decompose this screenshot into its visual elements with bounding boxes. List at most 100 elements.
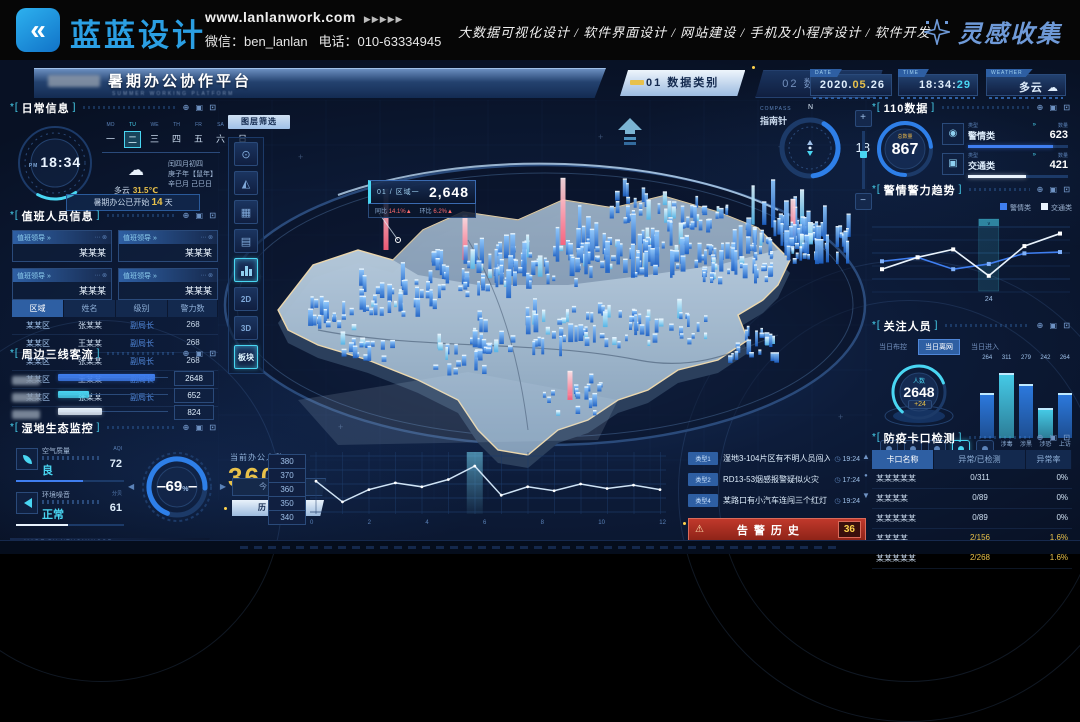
alert-row[interactable]: 类型1湿地3-104片区有不明人员闯入19:24 — [688, 448, 860, 469]
scroll-up-icon[interactable]: ▲ — [862, 452, 870, 461]
checkpoint-row[interactable]: 某某某某0/890% — [872, 489, 1072, 509]
scroll-dot-icon[interactable]: ● — [864, 473, 868, 479]
weather-value: 多云 ☁ — [1019, 79, 1059, 95]
phone-label: 电话：010-63334945 — [318, 34, 441, 49]
gauge-label: 总数量 — [876, 133, 934, 140]
layer-button-building-icon[interactable]: ▦ — [234, 200, 258, 224]
tooltip-yoy: 同比 14.1%▲ — [375, 206, 412, 215]
layer-button-signal-icon[interactable]: ◭ — [234, 171, 258, 195]
panel-controls[interactable]: ⊕ ▣ ⊡ — [1037, 321, 1072, 330]
focus-count: 2648 — [882, 384, 956, 400]
bus-icon: ▣ — [942, 153, 964, 175]
panel-controls[interactable]: ⊕ ▣ ⊡ — [183, 211, 218, 220]
focus-gauge: 人数 2648 +24 — [882, 358, 956, 432]
checkpoint-row[interactable]: 某某某某某0/890% — [872, 509, 1072, 529]
website-link[interactable]: www.lanlanwork.com▶▶▶▶▶ — [205, 9, 441, 25]
zoom-in-button[interactable]: + — [855, 110, 872, 127]
alert-row[interactable]: 类型2RD13-53烟感报警疑似火灾17:24 — [688, 469, 860, 490]
date-box: DATE 2020.05.26 — [810, 74, 892, 96]
p110-row: ◉ 类型警情类 » 数量623 — [942, 122, 1070, 148]
p110-value: 421 — [1050, 159, 1068, 171]
panel-controls[interactable]: ⊕ ▣ ⊡ — [1037, 433, 1072, 442]
air-quality-item: 空气质量 良 AQI72 — [16, 446, 126, 486]
clock-widget: PM18:34 — [16, 124, 94, 202]
p110-type: 交通类 — [968, 159, 995, 172]
alert-history-banner[interactable]: ⚠ 告警历史 36 — [688, 518, 866, 541]
time-value: 18:34:29 — [919, 79, 971, 91]
office-x-tick: 0 — [310, 520, 313, 526]
date-value: 2020.05.26 — [820, 79, 885, 91]
arrow-left-icon[interactable]: ◀ — [128, 482, 134, 491]
week-day-we[interactable]: WE三 — [146, 122, 163, 148]
duty-leader-card[interactable]: 值班领导 »⋯ ⊗某某某 — [12, 268, 112, 300]
duty-leader-card[interactable]: 值班领导 »⋯ ⊗某某某 — [12, 230, 112, 262]
week-day-th[interactable]: TH四 — [168, 122, 185, 148]
focus-bar: 264 上访 — [1058, 364, 1072, 438]
office-x-tick: 4 — [425, 520, 428, 526]
focus-bar-chart: 264 在逃311 涉毒279 涉黑242 涉恐264 上访 — [980, 346, 1072, 438]
bottom-status-bar — [0, 540, 1080, 554]
tab-data-category-1[interactable]: 01 数据类别 — [620, 70, 745, 96]
zoom-track[interactable] — [862, 131, 865, 189]
layer-button-mode-3d[interactable]: 3D — [234, 316, 258, 340]
week-day-sa[interactable]: SA六 — [212, 122, 229, 148]
arrows-icon: ▶▶▶▶▶ — [364, 14, 404, 24]
weather-label: WEATHER — [986, 69, 1033, 77]
alert-scroll: ▲ ● ▼ — [862, 452, 870, 500]
legend-item[interactable]: 警情类 — [1000, 203, 1031, 213]
p110-type: 警情类 — [968, 129, 995, 142]
office-x-tick: 12 — [659, 520, 666, 526]
noise-value: 61 — [110, 502, 122, 514]
inspiration-logo: 灵感收集 — [924, 14, 1062, 49]
panel-controls[interactable]: ⊕ ▣ ⊡ — [183, 349, 218, 358]
focus-bar: 264 在逃 — [980, 364, 994, 438]
panel-title: 周边三线客流 — [22, 346, 94, 362]
duty-leader-card[interactable]: 值班领导 »⋯ ⊗某某某 — [118, 230, 218, 262]
layer-button-camera-icon[interactable]: ⊙ — [234, 142, 258, 166]
scroll-down-icon[interactable]: ▼ — [862, 491, 870, 500]
office-x-tick: 10 — [598, 520, 605, 526]
panel-title: 值班人员信息 — [22, 208, 94, 224]
week-day-mo[interactable]: MO一 — [102, 122, 119, 148]
checkpoint-row[interactable]: 某某某某某0/3110% — [872, 469, 1072, 489]
lunar-line: 辛巳月 己巳日 — [168, 180, 217, 190]
map-tooltip[interactable]: 01 / 区域一 2,648 同比 14.1%▲ 环比 6.2%▲ — [368, 180, 476, 218]
duty-leader-card[interactable]: 值班领导 »⋯ ⊗某某某 — [118, 268, 218, 300]
panel-checkpoint: *[防疫卡口检测]⊕ ▣ ⊡ 卡口名称异常/已检测异常率某某某某某0/3110%… — [872, 430, 1072, 540]
flow-bar-row: 2648 — [12, 372, 218, 386]
layer-button-mode-2d[interactable]: 2D — [234, 287, 258, 311]
alert-row[interactable]: 类型4某路口有小汽车连闯三个红灯19:24 — [688, 490, 860, 511]
focus-tab[interactable]: 当日离网 — [918, 339, 960, 355]
focus-tab[interactable]: 当日布控 — [872, 339, 914, 355]
layer-button-bar-chart-icon[interactable] — [234, 258, 258, 282]
cloud-icon: ☁ — [1047, 82, 1059, 94]
duty-table-row[interactable]: 某某区张某某副局长268 — [12, 317, 218, 335]
week-day-fr[interactable]: FR五 — [190, 122, 207, 148]
alert-time: 17:24 — [830, 476, 860, 484]
focus-delta: +24 — [908, 400, 932, 409]
redacted-line-label — [12, 410, 40, 419]
office-y-tick: 340 — [268, 510, 306, 525]
legend-item[interactable]: 交通类 — [1041, 203, 1072, 213]
zoom-thumb[interactable] — [860, 151, 867, 158]
panel-controls[interactable]: ⊕ ▣ ⊡ — [1037, 185, 1072, 194]
panel-controls[interactable]: ⊕ ▣ ⊡ — [183, 423, 218, 432]
panel-controls[interactable]: ⊕ ▣ ⊡ — [1037, 103, 1072, 112]
zoom-out-button[interactable]: − — [855, 193, 872, 210]
panel-title: 关注人员 — [884, 318, 932, 334]
platform-title: 暑期办公协作平台 — [108, 70, 252, 91]
alert-text: 湿地3-104片区有不明人员闯入 — [718, 453, 830, 464]
week-day-tu[interactable]: TU二 — [124, 122, 141, 148]
arrow-right-icon[interactable]: ▶ — [220, 482, 226, 491]
air-status: 良 — [42, 462, 53, 478]
branding-bar: « 蓝蓝设计 www.lanlanwork.com▶▶▶▶▶ 微信：ben_la… — [0, 0, 1080, 60]
panel-controls[interactable]: ⊕ ▣ ⊡ — [183, 103, 218, 112]
layer-button-list-icon[interactable]: ▤ — [234, 229, 258, 253]
focus-bar: 311 涉毒 — [999, 364, 1013, 438]
layer-button-mode-block[interactable]: 板块 — [234, 345, 258, 369]
alert-type-badge: 类型4 — [688, 494, 718, 507]
panel-title: 警情警力趋势 — [884, 182, 956, 198]
tooltip-mom: 环比 6.2%▲ — [420, 206, 453, 215]
trend-chart: ∨24 — [872, 217, 1070, 303]
alert-text: RD13-53烟感报警疑似火灾 — [718, 474, 830, 485]
